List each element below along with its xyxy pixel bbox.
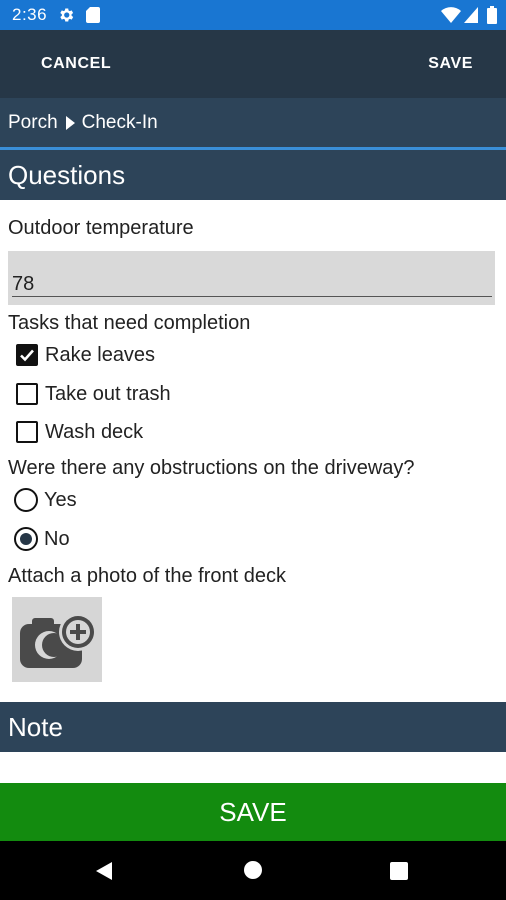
save-bottom-button[interactable]: SAVE xyxy=(0,783,506,841)
radio-label: No xyxy=(44,527,70,550)
check-in-form-screen: 2:36 CANCEL SAVE Porch Check-In Question… xyxy=(0,0,506,900)
breadcrumb-separator-icon xyxy=(65,115,75,130)
photo-label: Attach a photo of the front deck xyxy=(8,565,286,587)
radio-unselected-icon[interactable] xyxy=(14,488,38,512)
breadcrumb-item-check-in: Check-In xyxy=(81,111,158,133)
battery-icon xyxy=(487,6,497,24)
wifi-icon xyxy=(441,7,461,23)
breadcrumb: Porch Check-In xyxy=(0,98,506,147)
action-bar: CANCEL SAVE xyxy=(0,30,506,98)
obstruction-radio-no[interactable]: No xyxy=(14,524,70,554)
task-label: Wash deck xyxy=(45,420,144,443)
back-icon[interactable] xyxy=(94,861,114,881)
status-time: 2:36 xyxy=(12,5,48,24)
tasks-label: Tasks that need completion xyxy=(8,312,251,334)
obstruction-radio-yes[interactable]: Yes xyxy=(14,485,77,515)
recent-apps-icon[interactable] xyxy=(390,862,408,880)
checkbox-unchecked-icon[interactable] xyxy=(16,383,38,405)
attach-photo-button[interactable] xyxy=(12,597,102,682)
temperature-field xyxy=(8,251,495,305)
questions-section-header: Questions xyxy=(0,150,506,200)
radio-label: Yes xyxy=(44,488,77,511)
checkbox-checked-icon[interactable] xyxy=(16,344,38,366)
task-checkbox-take-out-trash[interactable]: Take out trash xyxy=(16,379,171,409)
add-photo-camera-icon xyxy=(20,613,97,668)
task-label: Rake leaves xyxy=(45,343,156,366)
note-field[interactable] xyxy=(0,752,506,783)
signal-icon xyxy=(464,7,478,23)
home-icon[interactable] xyxy=(243,860,263,880)
save-button[interactable]: SAVE xyxy=(428,30,473,98)
breadcrumb-item-porch[interactable]: Porch xyxy=(8,112,58,134)
temperature-label: Outdoor temperature xyxy=(8,217,194,239)
note-section-header: Note xyxy=(0,702,506,752)
task-checkbox-rake-leaves[interactable]: Rake leaves xyxy=(16,340,155,370)
cancel-button[interactable]: CANCEL xyxy=(41,30,111,98)
sd-card-icon xyxy=(86,7,100,23)
gear-icon xyxy=(60,8,74,22)
checkbox-unchecked-icon[interactable] xyxy=(16,421,38,443)
system-nav-bar xyxy=(0,841,506,900)
obstructions-label: Were there any obstructions on the drive… xyxy=(8,457,415,479)
temperature-underline xyxy=(12,296,492,297)
status-bar: 2:36 xyxy=(0,0,506,30)
task-checkbox-wash-deck[interactable]: Wash deck xyxy=(16,417,143,447)
task-label: Take out trash xyxy=(45,382,171,405)
radio-selected-icon[interactable] xyxy=(14,527,38,551)
